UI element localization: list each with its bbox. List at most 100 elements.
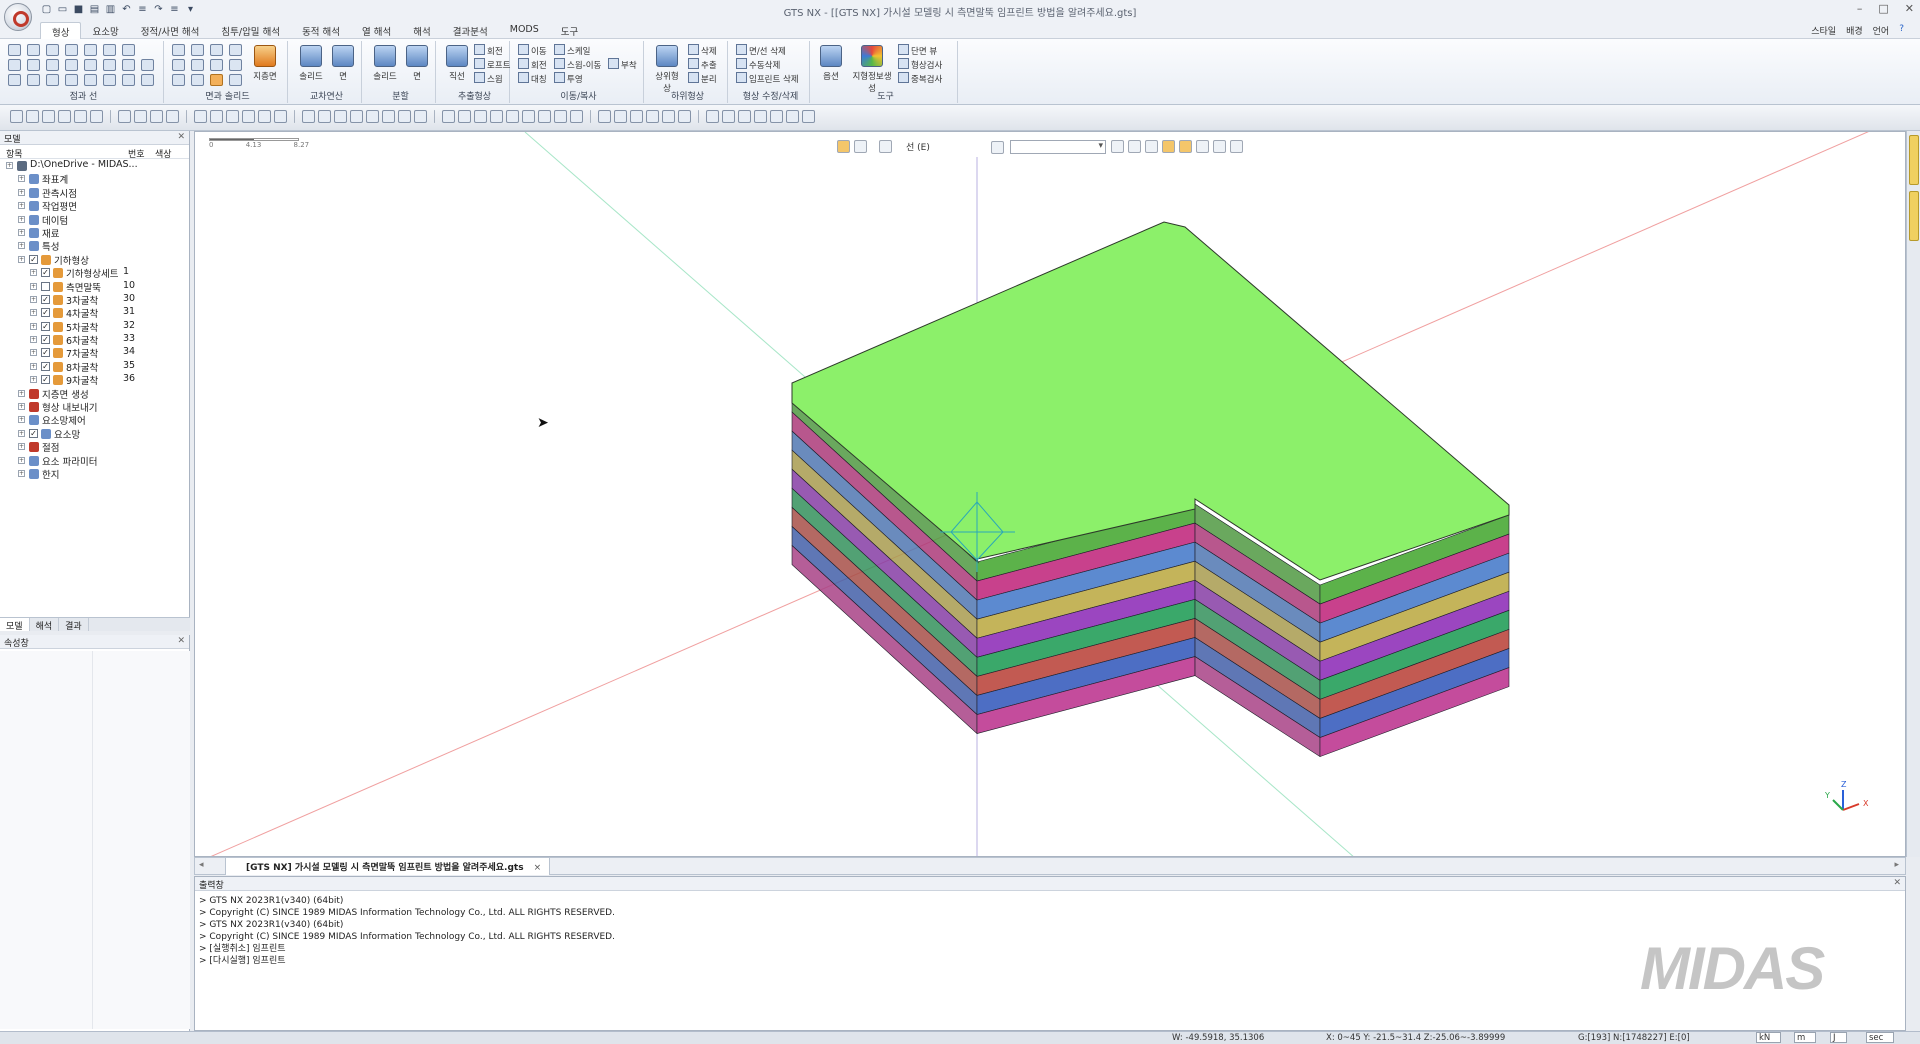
- polyline-icon[interactable]: [27, 59, 40, 71]
- toolbar-icon[interactable]: [382, 110, 395, 123]
- energy-unit-select[interactable]: J: [1830, 1032, 1847, 1043]
- toolbar-icon[interactable]: [554, 110, 567, 123]
- toolbar-icon[interactable]: [194, 110, 207, 123]
- terrain-info-button[interactable]: 지형정보생성: [852, 45, 892, 94]
- tree-item[interactable]: + 특성: [0, 239, 189, 253]
- tree-item[interactable]: + ✓ 5차굴착 32: [0, 320, 189, 334]
- tree-item[interactable]: + 절점: [0, 440, 189, 454]
- toolbar-icon[interactable]: [242, 110, 255, 123]
- toolbar-icon[interactable]: [802, 110, 815, 123]
- expand-icon[interactable]: +: [18, 215, 25, 223]
- length-unit-select[interactable]: m: [1794, 1032, 1817, 1043]
- face-line-delete-button[interactable]: 면/선 삭제: [736, 44, 786, 57]
- rectangle-icon[interactable]: [27, 74, 40, 86]
- toolbar-icon[interactable]: [598, 110, 611, 123]
- visibility-checkbox[interactable]: ✓: [41, 321, 50, 331]
- visibility-checkbox[interactable]: ✓: [41, 348, 50, 358]
- dash-icon[interactable]: [1145, 140, 1158, 153]
- toolbar-icon[interactable]: [646, 110, 659, 123]
- pin-icon[interactable]: [122, 44, 135, 56]
- tab-seepage[interactable]: 침투/압밀 해석: [210, 22, 291, 39]
- diamond-icon[interactable]: [65, 44, 78, 56]
- sweep-button[interactable]: 스윕: [474, 72, 503, 85]
- tree-item[interactable]: + 좌표계: [0, 172, 189, 186]
- toolbar-icon[interactable]: [258, 110, 271, 123]
- toolbar-icon[interactable]: [738, 110, 751, 123]
- toolbar-icon[interactable]: [722, 110, 735, 123]
- toolbar-icon[interactable]: [786, 110, 799, 123]
- strata-surface-button[interactable]: 지층면: [250, 45, 280, 82]
- tree-item[interactable]: + ✓ 요소망: [0, 427, 189, 441]
- snap-icon[interactable]: [879, 140, 892, 153]
- expand-icon[interactable]: +: [18, 416, 25, 424]
- expand-icon[interactable]: +: [18, 389, 25, 397]
- prism-icon[interactable]: [172, 74, 185, 86]
- cross-solid-button[interactable]: 솔리드: [296, 45, 326, 82]
- expand-icon[interactable]: +: [30, 322, 37, 330]
- toolbar-icon[interactable]: [10, 110, 23, 123]
- duplicate-check-button[interactable]: 중복검사: [898, 72, 942, 85]
- cross-icon[interactable]: [103, 44, 116, 56]
- split-solid-button[interactable]: 솔리드: [370, 45, 400, 82]
- delete-sub-button[interactable]: 삭제: [688, 44, 717, 57]
- plane-icon[interactable]: [210, 44, 223, 56]
- visibility-checkbox[interactable]: ✓: [41, 335, 50, 345]
- box-icon[interactable]: [172, 44, 185, 56]
- expand-icon[interactable]: +: [18, 456, 25, 464]
- settings-icon[interactable]: [1230, 140, 1243, 153]
- expand-icon[interactable]: +: [18, 443, 25, 451]
- toolbar-icon[interactable]: [26, 110, 39, 123]
- cylinder-icon[interactable]: [191, 44, 204, 56]
- tree-item[interactable]: + ✓ 3차굴착 30: [0, 293, 189, 307]
- loft-button[interactable]: 로프트: [474, 58, 510, 71]
- ellipse-icon[interactable]: [65, 74, 78, 86]
- intersect-icon[interactable]: [103, 74, 116, 86]
- arc2-icon[interactable]: [8, 74, 21, 86]
- toolbar-icon[interactable]: [318, 110, 331, 123]
- background-menu[interactable]: 배경: [1846, 24, 1863, 37]
- sphere-icon[interactable]: [229, 44, 242, 56]
- manual-delete-button[interactable]: 수동삭제: [736, 58, 780, 71]
- expand-icon[interactable]: +: [30, 362, 37, 370]
- toolbar-icon[interactable]: [442, 110, 455, 123]
- tree-item[interactable]: + 작업평면: [0, 199, 189, 213]
- polygon-icon[interactable]: [46, 74, 59, 86]
- toolbar-icon[interactable]: [42, 110, 55, 123]
- fillet-icon[interactable]: [84, 74, 97, 86]
- filter-dropdown-icon[interactable]: [991, 140, 1004, 154]
- dash-icon[interactable]: [84, 59, 97, 71]
- toolbar-icon[interactable]: [118, 110, 131, 123]
- toolbar-icon[interactable]: [678, 110, 691, 123]
- toolbar-icon[interactable]: [226, 110, 239, 123]
- expand-icon[interactable]: +: [18, 403, 25, 411]
- expand-icon[interactable]: +: [6, 162, 13, 169]
- tree-item[interactable]: + D:\OneDrive - MIDAS...: [0, 159, 189, 172]
- tab-results[interactable]: 결과분석: [442, 22, 499, 39]
- cross-face-button[interactable]: 면: [328, 45, 358, 82]
- toolbar-icon[interactable]: [134, 110, 147, 123]
- toolbar-icon[interactable]: [506, 110, 519, 123]
- clock-icon[interactable]: [1196, 140, 1209, 153]
- tree-item[interactable]: + ✓ 기하형상세트 1: [0, 266, 189, 280]
- dock-tab-1[interactable]: [1909, 135, 1919, 185]
- tab-analysis[interactable]: 해석: [402, 22, 441, 39]
- select-filter-icon[interactable]: [837, 140, 850, 153]
- close-button[interactable]: ✕: [1905, 2, 1914, 15]
- toolbar-icon[interactable]: [662, 110, 675, 123]
- toolbar-icon[interactable]: [414, 110, 427, 123]
- expand-icon[interactable]: +: [18, 202, 25, 210]
- tab-heat[interactable]: 열 해석: [351, 22, 402, 39]
- toolbar-icon[interactable]: [522, 110, 535, 123]
- tree-item[interactable]: + 형상 내보내기: [0, 400, 189, 414]
- toolbar-icon[interactable]: [538, 110, 551, 123]
- tree-item[interactable]: + ✓ 8차굴착 35: [0, 360, 189, 374]
- visibility-checkbox[interactable]: ✓: [41, 375, 50, 385]
- parent-shape-button[interactable]: 상위형상: [652, 45, 682, 94]
- filter-dropdown[interactable]: [1010, 140, 1106, 154]
- separate-button[interactable]: 분리: [688, 72, 717, 85]
- tree-item[interactable]: + 지층면 생성: [0, 387, 189, 401]
- expand-icon[interactable]: +: [18, 469, 25, 477]
- model-canvas[interactable]: Z X Y: [195, 132, 1906, 857]
- tab-dynamic[interactable]: 동적 해석: [291, 22, 351, 39]
- toolbar-icon[interactable]: [58, 110, 71, 123]
